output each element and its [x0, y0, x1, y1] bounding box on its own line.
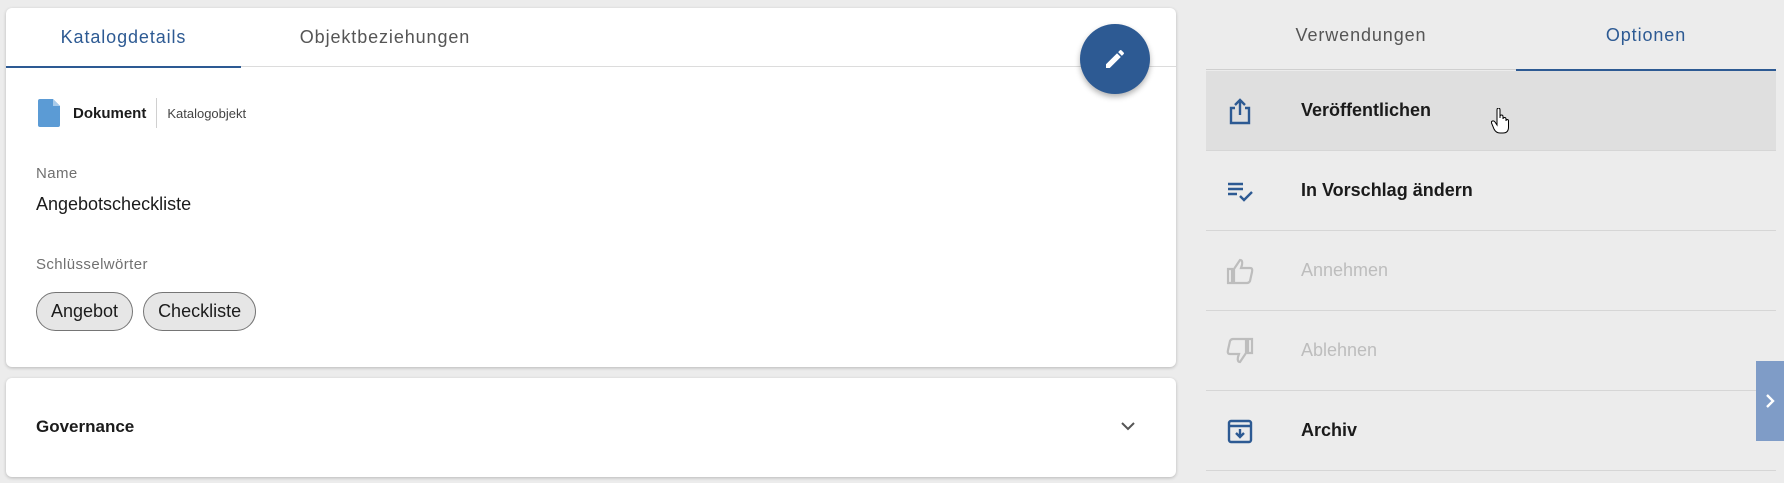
- archive-icon: [1227, 419, 1253, 444]
- object-type-sublabel: Katalogobjekt: [167, 105, 247, 121]
- side-panel-tabs: Verwendungen Optionen: [1206, 0, 1776, 71]
- thumb-down-icon: [1226, 337, 1254, 364]
- tab-verwendungen[interactable]: Verwendungen: [1206, 0, 1516, 70]
- collapse-panel-button[interactable]: [1756, 361, 1784, 441]
- app-root: Katalogdetails Objektbeziehungen Dokumen…: [0, 0, 1784, 483]
- option-label: In Vorschlag ändern: [1301, 180, 1473, 200]
- keyword-chips: Angebot Checkliste: [36, 292, 257, 331]
- chevron-down-icon[interactable]: [1118, 416, 1138, 436]
- option-label: Veröffentlichen: [1301, 100, 1432, 120]
- option-label: Archiv: [1301, 420, 1358, 440]
- hand-cursor-icon: [1491, 108, 1509, 134]
- catalog-details-card: Katalogdetails Objektbeziehungen Dokumen…: [6, 8, 1176, 367]
- edit-button[interactable]: [1080, 24, 1150, 94]
- details-tabs: Katalogdetails Objektbeziehungen: [6, 8, 1176, 68]
- document-icon: [38, 99, 60, 127]
- tab-katalogdetails[interactable]: Katalogdetails: [6, 8, 241, 68]
- object-type-label: Dokument: [73, 104, 147, 122]
- keyword-chip[interactable]: Checkliste: [143, 292, 257, 331]
- pencil-icon: [1106, 49, 1125, 68]
- tab-optionen[interactable]: Optionen: [1516, 0, 1776, 71]
- chevron-right-icon: [1766, 394, 1775, 408]
- share-upload-icon: [1229, 98, 1251, 125]
- type-divider: [156, 98, 158, 128]
- object-type-row: Dokument Katalogobjekt: [38, 98, 246, 128]
- option-label: Annehmen: [1301, 260, 1389, 280]
- keywords-label: Schlüsselwörter: [36, 256, 148, 273]
- option-label: Ablehnen: [1301, 340, 1378, 360]
- playlist-check-icon: [1228, 182, 1253, 202]
- name-label: Name: [36, 165, 78, 182]
- option-accept: Annehmen: [1206, 231, 1776, 311]
- thumb-up-icon: [1226, 258, 1254, 285]
- governance-title: Governance: [36, 417, 135, 436]
- option-to-proposal[interactable]: In Vorschlag ändern: [1206, 151, 1776, 231]
- name-value: Angebotscheckliste: [36, 194, 192, 214]
- option-archive[interactable]: Archiv: [1206, 391, 1776, 471]
- keyword-chip[interactable]: Angebot: [36, 292, 134, 331]
- tab-objektbeziehungen[interactable]: Objektbeziehungen: [241, 8, 529, 67]
- governance-section[interactable]: Governance: [6, 378, 1176, 477]
- option-reject: Ablehnen: [1206, 311, 1776, 391]
